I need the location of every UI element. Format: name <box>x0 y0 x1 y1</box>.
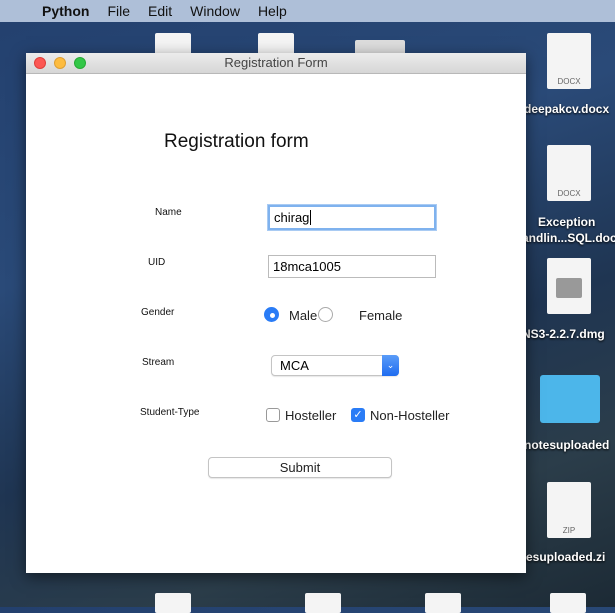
submit-button[interactable]: Submit <box>208 457 392 478</box>
name-value: chirag <box>274 210 310 225</box>
zoom-button[interactable] <box>74 57 86 69</box>
zip-file-icon[interactable]: ZIP <box>547 482 591 538</box>
female-label[interactable]: Female <box>359 308 402 323</box>
menu-edit[interactable]: Edit <box>148 3 172 19</box>
menu-help[interactable]: Help <box>258 3 287 19</box>
menu-file[interactable]: File <box>107 3 130 19</box>
name-input[interactable]: chirag <box>268 205 436 230</box>
desktop-icon-label: andlin...SQL.doc <box>522 231 615 245</box>
menu-window[interactable]: Window <box>190 3 240 19</box>
title-bar[interactable]: Registration Form <box>26 53 526 74</box>
docx-file-icon[interactable]: DOCX <box>547 33 591 89</box>
desktop-icon-label: notesuploaded <box>524 438 610 452</box>
male-radio[interactable] <box>264 307 279 322</box>
desktop-file-icon[interactable] <box>305 593 341 613</box>
dmg-file-icon[interactable] <box>547 258 591 314</box>
non-hosteller-label[interactable]: Non-Hosteller <box>370 408 449 423</box>
docx-file-icon[interactable]: DOCX <box>547 145 591 201</box>
stream-label: Stream <box>142 357 175 368</box>
chevron-down-icon: ⌄ <box>382 355 399 376</box>
close-button[interactable] <box>34 57 46 69</box>
hosteller-checkbox[interactable] <box>266 408 280 422</box>
male-label[interactable]: Male <box>289 308 317 323</box>
window-title: Registration Form <box>224 55 328 70</box>
uid-label: UID <box>148 257 166 268</box>
registration-window: Registration Form Registration form Name… <box>26 53 526 573</box>
desktop-icon-label: tesuploaded.zi <box>522 550 606 564</box>
folder-icon[interactable] <box>540 375 600 423</box>
minimize-button[interactable] <box>54 57 66 69</box>
student-type-label: Student-Type <box>140 407 200 418</box>
non-hosteller-checkbox[interactable]: ✓ <box>351 408 365 422</box>
menu-bar: Python File Edit Window Help <box>0 0 615 22</box>
desktop-file-icon[interactable] <box>425 593 461 613</box>
desktop-file-icon[interactable] <box>550 593 586 613</box>
desktop-icon-label: NS3-2.2.7.dmg <box>522 327 605 341</box>
desktop-file-icon[interactable] <box>155 33 191 55</box>
desktop-icon-label: deepakcv.docx <box>524 102 610 116</box>
female-radio[interactable] <box>318 307 333 322</box>
name-label: Name <box>155 207 182 218</box>
stream-select[interactable]: MCA ⌄ <box>271 355 399 376</box>
desktop-icon-label: Exception <box>538 215 596 229</box>
stream-value: MCA <box>280 358 309 373</box>
menu-app-python[interactable]: Python <box>42 3 89 19</box>
desktop-file-icon[interactable] <box>155 593 191 613</box>
hosteller-label[interactable]: Hosteller <box>285 408 336 423</box>
uid-input[interactable]: 18mca1005 <box>268 255 436 278</box>
desktop-file-icon[interactable] <box>258 33 294 55</box>
gender-label: Gender <box>141 307 175 318</box>
form-heading: Registration form <box>164 131 309 152</box>
